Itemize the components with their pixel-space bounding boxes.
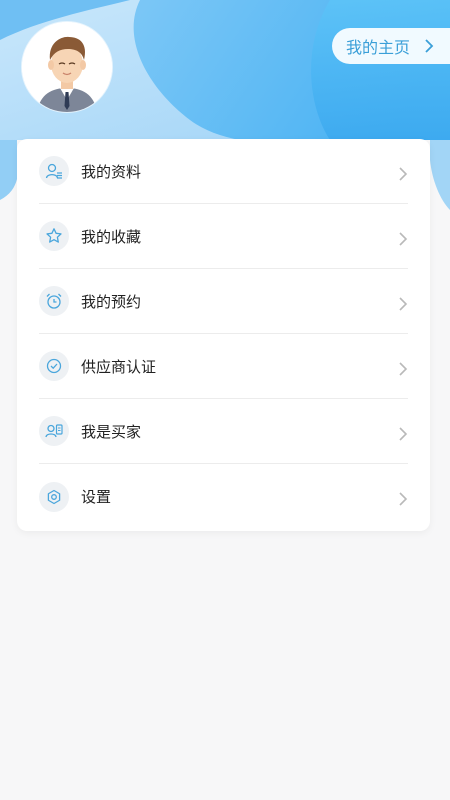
menu-item-supplier-verification[interactable]: 供应商认证 [39, 334, 408, 399]
avatar[interactable] [22, 22, 112, 112]
alarm-clock-icon [39, 286, 69, 316]
buyer-card-icon [39, 416, 69, 446]
chevron-right-icon [399, 167, 408, 181]
menu-item-my-appointments[interactable]: 我的预约 [39, 269, 408, 334]
menu-card: 我的资料 我的收藏 我的预约 供应商认证 我是买家 设置 [17, 139, 430, 531]
settings-gear-icon [39, 481, 69, 512]
verified-badge-icon [39, 351, 69, 381]
my-homepage-label: 我的主页 [346, 38, 411, 57]
menu-item-label: 我的预约 [81, 292, 142, 311]
chevron-right-icon [399, 297, 408, 311]
user-avatar-illustration [22, 22, 112, 112]
menu-item-label: 我是买家 [81, 422, 142, 441]
menu-item-label: 供应商认证 [81, 357, 157, 376]
menu-item-my-profile[interactable]: 我的资料 [39, 139, 408, 204]
chevron-right-icon [399, 362, 408, 376]
chevron-right-icon [399, 492, 408, 506]
menu-item-my-favorites[interactable]: 我的收藏 [39, 204, 408, 269]
menu-item-label: 设置 [81, 488, 112, 506]
chevron-right-icon [399, 427, 408, 441]
chevron-right-icon [399, 232, 408, 246]
menu-item-label: 我的收藏 [81, 227, 142, 246]
chevron-right-icon [425, 39, 434, 53]
star-icon [39, 221, 69, 251]
my-homepage-button[interactable]: 我的主页 [332, 28, 450, 64]
menu-item-settings[interactable]: 设置 [39, 464, 408, 529]
menu-item-label: 我的资料 [81, 162, 142, 181]
user-profile-icon [39, 156, 69, 186]
menu-item-i-am-buyer[interactable]: 我是买家 [39, 399, 408, 464]
